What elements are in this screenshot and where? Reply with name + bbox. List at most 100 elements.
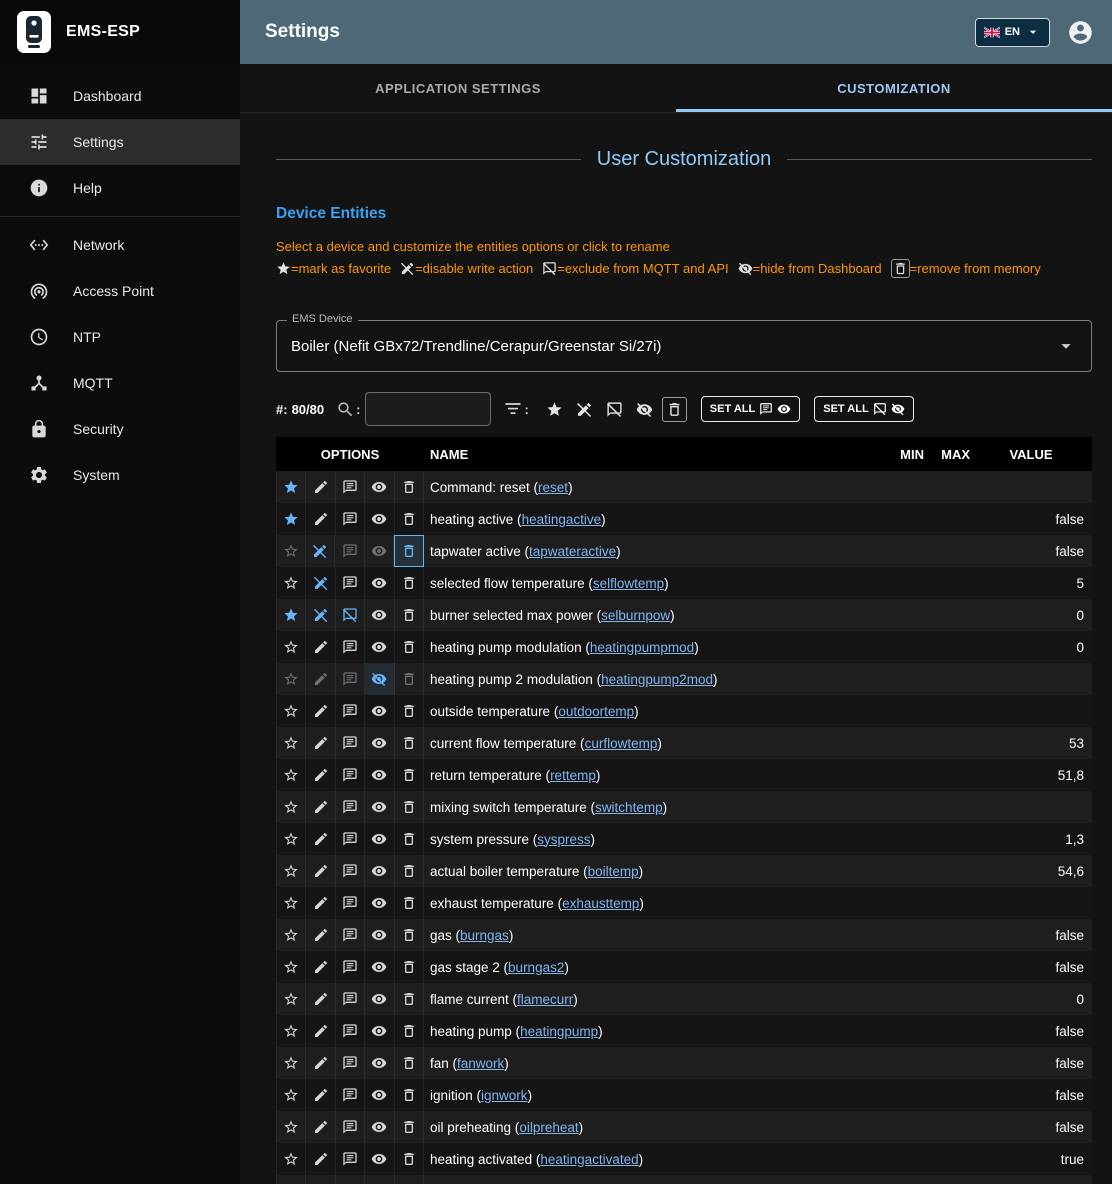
disable-write-toggle[interactable] xyxy=(306,535,335,567)
remove-memory-toggle[interactable] xyxy=(395,1047,424,1079)
entity-name[interactable]: flame current (flamecurr) xyxy=(424,992,878,1007)
disable-write-toggle[interactable] xyxy=(306,663,335,695)
hide-dashboard-toggle[interactable] xyxy=(365,695,394,727)
remove-memory-toggle[interactable] xyxy=(395,1111,424,1143)
exclude-mqtt-toggle[interactable] xyxy=(336,631,365,663)
remove-memory-toggle[interactable] xyxy=(395,983,424,1015)
favorite-toggle[interactable] xyxy=(276,1175,306,1184)
entity-name[interactable]: heating activated (heatingactivated) xyxy=(424,1152,878,1167)
entity-shortname-link[interactable]: tapwateractive xyxy=(529,544,616,559)
hide-dashboard-toggle[interactable] xyxy=(365,631,394,663)
exclude-mqtt-toggle[interactable] xyxy=(336,663,365,695)
entity-name[interactable]: actual boiler temperature (boiltemp) xyxy=(424,864,878,879)
sidebar-item-access-point[interactable]: Access Point xyxy=(0,268,240,314)
hide-dashboard-toggle[interactable] xyxy=(365,663,394,695)
hide-dashboard-toggle[interactable] xyxy=(365,1175,394,1184)
account-button[interactable] xyxy=(1067,19,1094,46)
disable-write-toggle[interactable] xyxy=(306,1079,335,1111)
favorite-toggle[interactable] xyxy=(276,1047,306,1079)
entity-name[interactable]: Command: reset (reset) xyxy=(424,480,878,495)
entity-name[interactable]: oil preheating (oilpreheat) xyxy=(424,1120,878,1135)
exclude-mqtt-toggle[interactable] xyxy=(336,919,365,951)
entity-shortname-link[interactable]: switchtemp xyxy=(595,800,663,815)
disable-write-toggle[interactable] xyxy=(306,1175,335,1184)
entity-shortname-link[interactable]: oilpreheat xyxy=(519,1120,578,1135)
exclude-mqtt-toggle[interactable] xyxy=(336,1143,365,1175)
exclude-mqtt-toggle[interactable] xyxy=(336,951,365,983)
entity-name[interactable]: mixing switch temperature (switchtemp) xyxy=(424,800,878,815)
disable-write-toggle[interactable] xyxy=(306,823,335,855)
favorite-toggle[interactable] xyxy=(276,1079,306,1111)
sidebar-item-dashboard[interactable]: Dashboard xyxy=(0,73,240,119)
entity-shortname-link[interactable]: rettemp xyxy=(550,768,596,783)
favorite-toggle[interactable] xyxy=(276,887,306,919)
hide-dashboard-toggle[interactable] xyxy=(365,823,394,855)
hide-dashboard-toggle[interactable] xyxy=(365,1015,394,1047)
sidebar-item-help[interactable]: Help xyxy=(0,165,240,211)
entity-shortname-link[interactable]: heatingpumpmod xyxy=(590,640,694,655)
remove-memory-toggle[interactable] xyxy=(395,503,424,535)
favorite-toggle[interactable] xyxy=(276,663,306,695)
entity-shortname-link[interactable]: ignwork xyxy=(481,1088,528,1103)
disable-write-toggle[interactable] xyxy=(306,1015,335,1047)
exclude-mqtt-toggle[interactable] xyxy=(336,791,365,823)
entity-shortname-link[interactable]: flamecurr xyxy=(517,992,573,1007)
favorite-toggle[interactable] xyxy=(276,727,306,759)
tab-application-settings[interactable]: APPLICATION SETTINGS xyxy=(240,64,676,112)
favorite-toggle[interactable] xyxy=(276,535,306,567)
exclude-mqtt-toggle[interactable] xyxy=(336,599,365,631)
entity-shortname-link[interactable]: burngas xyxy=(460,928,509,943)
favorite-toggle[interactable] xyxy=(276,631,306,663)
comments-disabled-filter-toggle[interactable] xyxy=(602,397,627,422)
hide-dashboard-toggle[interactable] xyxy=(365,1143,394,1175)
exclude-mqtt-toggle[interactable] xyxy=(336,1111,365,1143)
entity-shortname-link[interactable]: heatingactive xyxy=(522,512,602,527)
remove-memory-toggle[interactable] xyxy=(395,1015,424,1047)
entity-shortname-link[interactable]: boiltemp xyxy=(588,864,639,879)
disable-write-toggle[interactable] xyxy=(306,983,335,1015)
entity-shortname-link[interactable]: fanwork xyxy=(457,1056,504,1071)
remove-memory-toggle[interactable] xyxy=(395,631,424,663)
favorite-toggle[interactable] xyxy=(276,855,306,887)
sidebar-item-ntp[interactable]: NTP xyxy=(0,314,240,360)
favorite-toggle[interactable] xyxy=(276,599,306,631)
tab-customization[interactable]: CUSTOMIZATION xyxy=(676,64,1112,112)
exclude-mqtt-toggle[interactable] xyxy=(336,567,365,599)
hide-dashboard-toggle[interactable] xyxy=(365,599,394,631)
sidebar-item-system[interactable]: System xyxy=(0,452,240,498)
entity-name[interactable]: burner selected max power (selburnpow) xyxy=(424,608,878,623)
disable-write-toggle[interactable] xyxy=(306,727,335,759)
exclude-mqtt-toggle[interactable] xyxy=(336,887,365,919)
hide-dashboard-toggle[interactable] xyxy=(365,1111,394,1143)
exclude-mqtt-toggle[interactable] xyxy=(336,1175,365,1184)
entity-name[interactable]: outside temperature (outdoortemp) xyxy=(424,704,878,719)
entity-name[interactable]: gas (burngas) xyxy=(424,928,878,943)
sidebar-item-network[interactable]: Network xyxy=(0,222,240,268)
remove-memory-toggle[interactable] xyxy=(395,727,424,759)
favorite-toggle[interactable] xyxy=(276,1015,306,1047)
favorite-toggle[interactable] xyxy=(276,471,306,503)
hide-dashboard-toggle[interactable] xyxy=(365,983,394,1015)
entity-name[interactable]: selected flow temperature (selflowtemp) xyxy=(424,576,878,591)
hide-dashboard-toggle[interactable] xyxy=(365,759,394,791)
entity-name[interactable]: system pressure (syspress) xyxy=(424,832,878,847)
hide-dashboard-toggle[interactable] xyxy=(365,919,394,951)
edit-off-filter-toggle[interactable] xyxy=(572,397,597,422)
exclude-mqtt-toggle[interactable] xyxy=(336,759,365,791)
exclude-mqtt-toggle[interactable] xyxy=(336,503,365,535)
remove-memory-toggle[interactable] xyxy=(395,471,424,503)
entity-name[interactable]: return temperature (rettemp) xyxy=(424,768,878,783)
entity-shortname-link[interactable]: selburnpow xyxy=(601,608,670,623)
exclude-mqtt-toggle[interactable] xyxy=(336,855,365,887)
remove-memory-toggle[interactable] xyxy=(395,855,424,887)
entity-name[interactable]: heating pump (heatingpump) xyxy=(424,1024,878,1039)
exclude-mqtt-toggle[interactable] xyxy=(335,535,364,567)
entity-shortname-link[interactable]: curflowtemp xyxy=(585,736,658,751)
entity-name[interactable]: current flow temperature (curflowtemp) xyxy=(424,736,878,751)
remove-memory-toggle[interactable] xyxy=(394,535,424,567)
set-all-button-2[interactable]: SET ALL xyxy=(814,396,913,422)
hide-dashboard-toggle[interactable] xyxy=(365,1047,394,1079)
disable-write-toggle[interactable] xyxy=(306,1143,335,1175)
remove-memory-toggle[interactable] xyxy=(395,823,424,855)
disable-write-toggle[interactable] xyxy=(306,791,335,823)
